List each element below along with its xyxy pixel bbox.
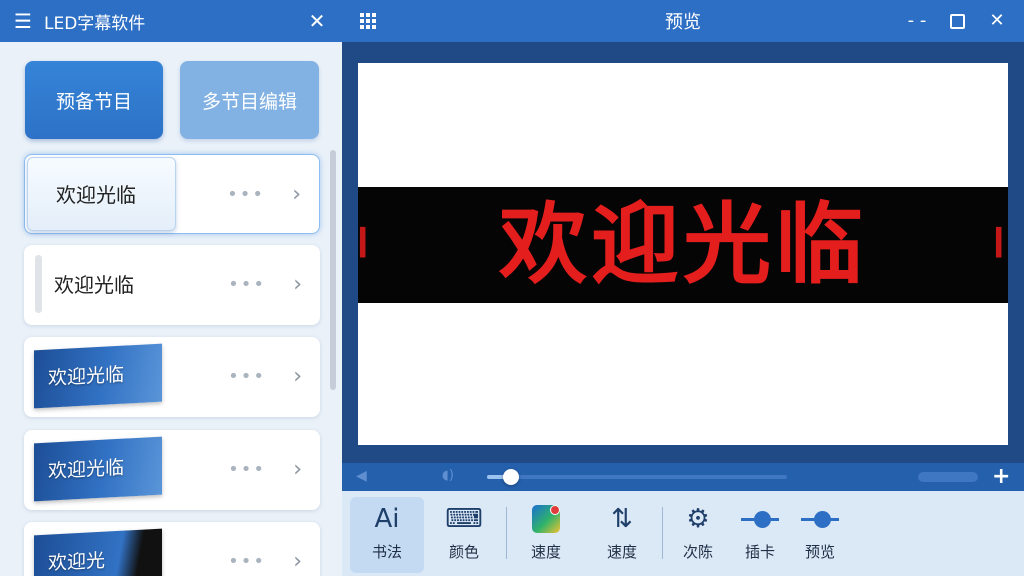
close-icon[interactable]: ✕	[306, 9, 328, 33]
thumbnail-label: 欢迎光	[48, 549, 106, 575]
settings-gear-icon: ⚙	[686, 504, 710, 534]
more-options-icon[interactable]: •••	[228, 337, 266, 417]
toolbar-divider	[662, 507, 663, 559]
hamburger-menu-icon[interactable]: ☰	[14, 9, 36, 33]
chevron-right-icon[interactable]: ›	[293, 522, 302, 576]
slider-icon	[788, 497, 852, 541]
multi-program-edit-button[interactable]: 多节目编辑	[180, 61, 319, 139]
program-list-item[interactable]: 欢迎光临 ••• ›	[24, 430, 320, 510]
led-preview-canvas: ▌ ▌ 欢迎光临 ▌ ▌	[358, 63, 1008, 445]
program-list: 欢迎光临 ••• › 欢迎光临 ••• › 欢迎光临 ••• › 欢迎光临 ••…	[0, 148, 342, 576]
bottom-toolbar: Ai 书法 ⌨ 颜色 速度 ⇅ 速度 ⚙ 次陈 插卡 预览	[342, 491, 1024, 576]
preview-window: 预览 - - ✕ ▌▌ 欢迎光临 ▌▌ ◀ ◖) + Ai 书法 ⌨ 颜色	[342, 0, 1024, 576]
chevron-right-icon[interactable]: ›	[293, 430, 302, 510]
progress-knob[interactable]	[503, 469, 519, 485]
led-banner: ▌ ▌ 欢迎光临 ▌ ▌	[358, 187, 1008, 303]
tool-label: 颜色	[448, 543, 479, 561]
program-item-label: 欢迎光临	[56, 183, 136, 207]
more-options-icon[interactable]: •••	[228, 522, 266, 576]
prepare-program-button[interactable]: 预备节目	[25, 61, 163, 139]
sidebar-header: ☰ LED字幕软件 ✕	[0, 0, 342, 42]
led-banner-text: 欢迎光临	[498, 193, 867, 296]
window-close-icon[interactable]: ✕	[982, 0, 1012, 42]
ai-text-icon: Ai	[374, 504, 400, 534]
program-item-label: 欢迎光临	[54, 273, 134, 297]
minimize-icon[interactable]: - -	[902, 0, 932, 42]
banner-edge-left: ▌ ▌	[360, 228, 371, 258]
progress-track[interactable]	[487, 475, 787, 479]
program-thumbnail: 欢迎光	[34, 528, 162, 576]
more-options-icon[interactable]: •••	[228, 245, 266, 325]
tool-speed-effects[interactable]: 速度	[514, 497, 578, 573]
tool-preview[interactable]: 预览	[788, 497, 852, 573]
zoom-slider[interactable]	[918, 472, 978, 482]
thumbnail-label: 欢迎光临	[48, 456, 125, 483]
program-thumbnail: 欢迎光临	[34, 436, 162, 502]
tool-insert-card[interactable]: 插卡	[728, 497, 792, 573]
more-options-icon[interactable]: •••	[228, 430, 266, 510]
tool-label: 速度	[606, 543, 637, 561]
chevron-right-icon[interactable]: ›	[293, 245, 302, 325]
tool-label: 预览	[804, 543, 835, 561]
program-item-highlight: 欢迎光临	[27, 157, 176, 231]
tool-order[interactable]: ⚙ 次陈	[666, 497, 730, 573]
program-thumbnail: 欢迎光临	[34, 343, 162, 409]
previous-icon[interactable]: ◀	[356, 468, 367, 484]
more-options-icon[interactable]: •••	[227, 155, 265, 235]
chevron-right-icon[interactable]: ›	[292, 155, 301, 235]
list-scrollbar[interactable]	[330, 150, 336, 390]
keyboard-palette-icon: ⌨	[445, 504, 483, 534]
preview-header: 预览 - - ✕	[342, 0, 1024, 42]
add-icon[interactable]: +	[992, 464, 1010, 489]
program-list-item[interactable]: 欢迎光临 ••• ›	[24, 337, 320, 417]
program-sidebar: ☰ LED字幕软件 ✕ 预备节目 多节目编辑 欢迎光临 ••• › 欢迎光临 •…	[0, 0, 342, 576]
thumbnail-label: 欢迎光临	[48, 363, 125, 390]
chevron-right-icon[interactable]: ›	[293, 337, 302, 417]
app-title: LED字幕软件	[44, 13, 146, 34]
maximize-icon[interactable]	[942, 0, 972, 42]
program-list-item[interactable]: 欢迎光临 ••• ›	[24, 245, 320, 325]
tool-label: 插卡	[744, 543, 775, 561]
program-list-item[interactable]: 欢迎光临 ••• ›	[24, 154, 320, 234]
speed-adjust-icon: ⇅	[611, 504, 633, 534]
playback-bar: ◀ ◖) +	[342, 463, 1024, 491]
tool-calligraphy[interactable]: Ai 书法	[350, 497, 424, 573]
volume-icon[interactable]: ◖)	[442, 468, 454, 483]
drag-handle-icon[interactable]	[35, 255, 42, 313]
tool-label: 次陈	[682, 543, 713, 561]
tool-label: 书法	[371, 543, 402, 561]
app-effects-icon	[514, 497, 578, 541]
program-list-item[interactable]: 欢迎光 ••• ›	[24, 522, 320, 576]
tool-speed[interactable]: ⇅ 速度	[590, 497, 654, 573]
toolbar-divider	[506, 507, 507, 559]
banner-edge-right: ▌ ▌	[996, 228, 1007, 258]
slider-icon	[728, 497, 792, 541]
tool-label: 速度	[530, 543, 561, 561]
tool-color[interactable]: ⌨ 颜色	[432, 497, 496, 573]
